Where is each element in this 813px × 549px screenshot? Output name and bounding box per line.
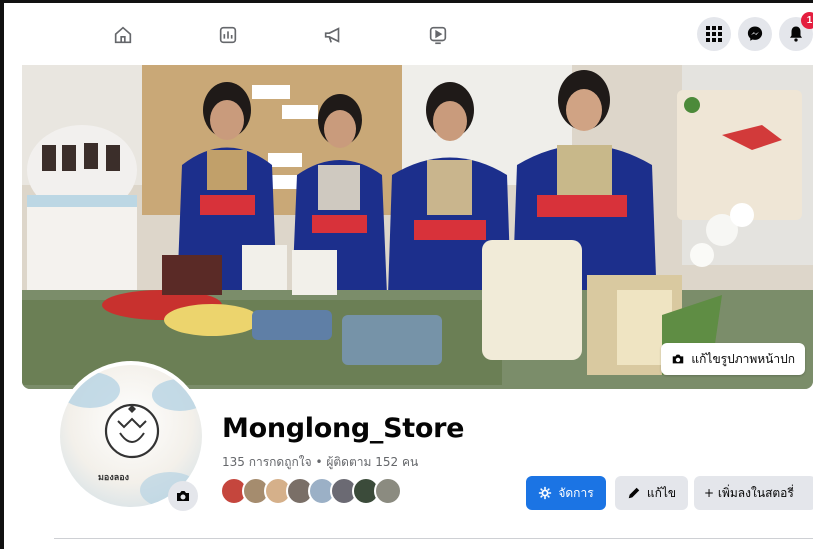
messenger-icon[interactable] (738, 17, 772, 51)
facebook-page-window: 1 แก้ไขรูปภาพหน้าปก มองลอง Monglong_Stor… (0, 0, 813, 549)
section-divider (54, 538, 813, 539)
logo-text: มองลอง (98, 473, 130, 483)
camera-icon (177, 491, 189, 501)
change-profile-picture-button[interactable] (168, 481, 198, 511)
edit-page-button[interactable]: แก้ไข (615, 476, 688, 510)
add-to-story-button[interactable]: + เพิ่มลงในสตอรี่ (694, 476, 813, 510)
megaphone-icon[interactable] (319, 21, 347, 49)
follower-avatar[interactable] (374, 477, 402, 505)
top-navigation-bar: 1 (4, 3, 813, 65)
gear-icon (539, 486, 552, 500)
pages-icon[interactable] (214, 21, 242, 49)
cover-photo-scene (22, 65, 813, 389)
page-stats[interactable]: 135 การกดถูกใจ • ผู้ติดตาม 152 คน (222, 453, 418, 472)
edit-cover-photo-button[interactable]: แก้ไขรูปภาพหน้าปก (661, 343, 805, 375)
edit-cover-photo-label: แก้ไขรูปภาพหน้าปก (691, 351, 795, 366)
page-title: Monglong_Store (222, 413, 465, 444)
manage-button[interactable]: จัดการ (526, 476, 606, 510)
add-to-story-label: + เพิ่มลงในสตอรี่ (704, 485, 794, 500)
cover-photo: แก้ไขรูปภาพหน้าปก (22, 65, 813, 389)
camera-icon (673, 354, 684, 364)
edit-label: แก้ไข (646, 485, 677, 500)
menu-grid-icon[interactable] (697, 17, 731, 51)
pencil-icon (628, 487, 640, 499)
video-icon[interactable] (424, 21, 452, 49)
follower-avatars[interactable] (220, 477, 402, 509)
bell-icon[interactable]: 1 (779, 12, 813, 51)
manage-label: จัดการ (558, 485, 594, 500)
home-icon[interactable] (109, 21, 137, 49)
notification-badge: 1 (801, 12, 813, 29)
